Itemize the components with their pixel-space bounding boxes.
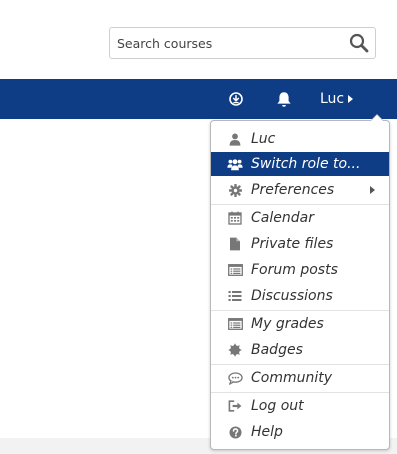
user-menu-toggle[interactable]: Luc (320, 79, 354, 119)
menu-item-switch-role[interactable]: Switch role to... (211, 152, 389, 176)
menu-item-badges[interactable]: Badges (211, 338, 389, 362)
users-icon (227, 156, 243, 172)
menu-item-label: Luc (251, 131, 276, 147)
menu-item-help[interactable]: Help (211, 420, 389, 444)
file-icon (227, 236, 243, 252)
menu-divider (211, 392, 389, 393)
caret-right-icon (370, 186, 375, 194)
menu-divider (211, 310, 389, 311)
bell-icon[interactable] (275, 79, 293, 119)
sign-out-icon (227, 398, 243, 414)
menu-item-profile[interactable]: Luc (211, 127, 389, 151)
menu-item-private-files[interactable]: Private files (211, 232, 389, 256)
menu-item-label: Preferences (251, 182, 335, 198)
caret-right-icon (348, 95, 354, 103)
certificate-icon (227, 342, 243, 358)
menu-item-preferences[interactable]: Preferences (211, 178, 389, 202)
menu-item-label: My grades (251, 316, 324, 332)
question-circle-icon (227, 424, 243, 440)
menu-item-community[interactable]: Community (211, 366, 389, 390)
menu-item-label: Badges (251, 342, 303, 358)
menu-item-label: Calendar (251, 210, 314, 226)
menu-item-discussions[interactable]: Discussions (211, 284, 389, 308)
menu-divider (211, 204, 389, 205)
user-icon (227, 131, 243, 147)
menu-item-my-grades[interactable]: My grades (211, 312, 389, 336)
menu-item-label: Forum posts (251, 262, 338, 278)
menu-item-log-out[interactable]: Log out (211, 394, 389, 418)
gear-icon (227, 182, 243, 198)
search-box (109, 27, 376, 59)
menu-item-label: Private files (251, 236, 334, 252)
user-dropdown-menu: Luc Switch role to... Preferences Calend… (210, 114, 390, 450)
list-alt-icon (227, 262, 243, 278)
menu-item-label: Community (251, 370, 333, 386)
list-alt-icon (227, 316, 243, 332)
menu-item-label: Discussions (251, 288, 333, 304)
menu-item-label: Switch role to... (251, 156, 361, 172)
list-icon (227, 288, 243, 304)
search-icon[interactable] (347, 32, 371, 54)
page: Luc Luc (0, 0, 397, 454)
comment-icon (227, 370, 243, 386)
menu-item-label: Help (251, 424, 283, 440)
calendar-icon (227, 210, 243, 226)
menu-item-calendar[interactable]: Calendar (211, 206, 389, 230)
navbar: Luc (0, 79, 397, 119)
menu-item-forum-posts[interactable]: Forum posts (211, 258, 389, 282)
menu-item-label: Log out (251, 398, 304, 414)
messages-icon[interactable] (227, 79, 245, 119)
search-input[interactable] (110, 28, 346, 58)
menu-divider (211, 364, 389, 365)
user-name: Luc (320, 91, 345, 107)
